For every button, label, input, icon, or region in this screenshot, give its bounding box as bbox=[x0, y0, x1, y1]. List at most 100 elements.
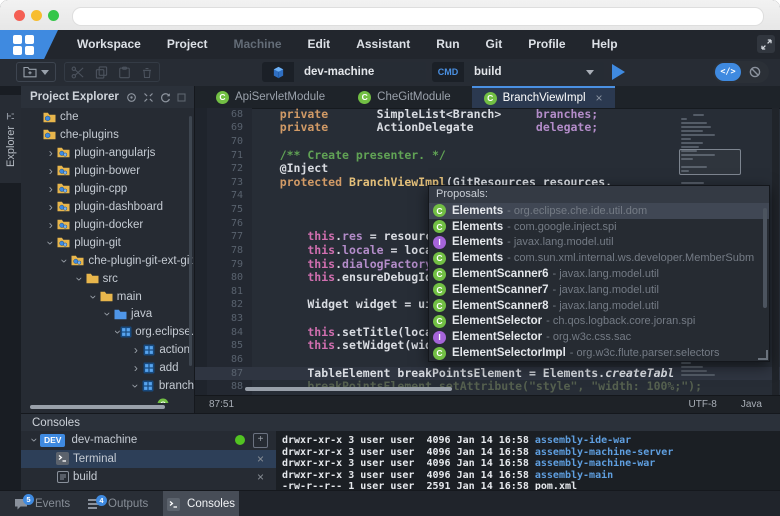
close-process-icon[interactable]: × bbox=[257, 470, 264, 484]
chevron-expanded-icon[interactable]: › bbox=[46, 237, 56, 248]
proposal-ElementSelectorImpl[interactable]: CElementSelectorImpl- org.w3c.flute.pars… bbox=[429, 345, 769, 361]
run-command-button[interactable] bbox=[612, 64, 625, 80]
menu-machine[interactable]: Machine bbox=[221, 30, 295, 59]
machine-selector[interactable]: dev-machine bbox=[262, 62, 426, 82]
bottom-tab-events[interactable]: 5Events bbox=[14, 491, 70, 516]
bottom-tab-outputs[interactable]: 4Outputs bbox=[88, 491, 148, 516]
tree-item-plugin-bower[interactable]: ›plugin-bower bbox=[21, 162, 194, 180]
menu-help[interactable]: Help bbox=[579, 30, 631, 59]
tree-item-plugin-angularjs[interactable]: ›plugin-angularjs bbox=[21, 144, 194, 162]
code-view-toggle-button[interactable]: </> bbox=[715, 63, 741, 81]
chevron-expanded-icon[interactable]: › bbox=[113, 330, 123, 334]
chevron-expanded-icon[interactable]: › bbox=[60, 255, 70, 266]
minimap-viewport[interactable] bbox=[679, 149, 741, 175]
menu-git[interactable]: Git bbox=[473, 30, 516, 59]
proposal-ElementSelector[interactable]: CElementSelector- ch.qos.logback.core.jo… bbox=[429, 314, 769, 330]
chevron-expanded-icon[interactable]: › bbox=[131, 381, 141, 392]
explorer-vertical-tab[interactable]: Explorer bbox=[0, 95, 21, 183]
tree-item-main[interactable]: ›main bbox=[21, 288, 194, 306]
tree-item-label: plugin-docker bbox=[74, 219, 143, 231]
editor-tab-CheGitModule[interactable]: CCheGitModule bbox=[346, 86, 463, 108]
menu-assistant[interactable]: Assistant bbox=[343, 30, 423, 59]
chevron-expanded-icon[interactable]: › bbox=[74, 273, 84, 284]
paste-icon[interactable] bbox=[118, 66, 131, 79]
new-project-button[interactable] bbox=[16, 62, 56, 82]
menu-edit[interactable]: Edit bbox=[295, 30, 344, 59]
window-minimize-button[interactable] bbox=[31, 10, 42, 21]
folder-che-icon bbox=[42, 112, 57, 123]
tree-item-che[interactable]: che bbox=[21, 108, 194, 126]
collapse-all-icon[interactable] bbox=[143, 92, 154, 103]
chevron-collapsed-icon[interactable]: › bbox=[45, 166, 56, 176]
proposal-ElementScanner7[interactable]: CElementScanner7- javax.lang.model.util bbox=[429, 282, 769, 298]
window-close-button[interactable] bbox=[14, 10, 25, 21]
tree-item-add[interactable]: ›add bbox=[21, 359, 194, 377]
tree-horizontal-scrollbar[interactable] bbox=[30, 405, 165, 409]
cut-icon[interactable] bbox=[71, 66, 85, 79]
chevron-expanded-icon[interactable]: › bbox=[88, 291, 98, 302]
tab-close-icon[interactable]: × bbox=[596, 91, 603, 105]
browser-address-bar[interactable] bbox=[72, 7, 764, 26]
language-label[interactable]: Java bbox=[741, 399, 762, 410]
delete-icon[interactable] bbox=[141, 66, 153, 79]
proposal-ElementScanner6[interactable]: CElementScanner6- javax.lang.model.util bbox=[429, 266, 769, 282]
chevron-collapsed-icon[interactable]: › bbox=[45, 148, 56, 158]
terminal-glyph bbox=[167, 498, 180, 511]
proposals-scrollbar[interactable] bbox=[763, 208, 767, 308]
proposal-Elements[interactable]: CElements- org.eclipse.che.ide.util.dom bbox=[429, 203, 769, 219]
close-process-icon[interactable]: × bbox=[257, 452, 264, 466]
tree-vertical-scrollbar[interactable] bbox=[189, 116, 192, 366]
process-Terminal[interactable]: Terminal× bbox=[21, 450, 276, 468]
editor-tab-BranchViewImpl[interactable]: CBranchViewImpl× bbox=[472, 86, 615, 108]
proposal-Elements[interactable]: CElements- com.google.inject.spi bbox=[429, 219, 769, 235]
chevron-expanded-icon[interactable]: › bbox=[30, 435, 40, 446]
preview-off-toggle-button[interactable] bbox=[741, 65, 769, 79]
fullscreen-toggle-button[interactable] bbox=[757, 35, 775, 53]
tree-item-che-plugins[interactable]: che-plugins bbox=[21, 126, 194, 144]
command-selector[interactable]: CMD build bbox=[432, 62, 604, 82]
editor-vertical-scrollbar[interactable] bbox=[772, 108, 779, 396]
editor-horizontal-scrollbar[interactable] bbox=[245, 387, 452, 391]
tree-item-action[interactable]: ›action bbox=[21, 341, 194, 359]
tree-item-plugin-git[interactable]: ›plugin-git bbox=[21, 234, 194, 252]
chevron-collapsed-icon[interactable]: › bbox=[130, 363, 141, 373]
chevron-collapsed-icon[interactable]: › bbox=[45, 220, 56, 230]
tree-item-plugin-docker[interactable]: › plugin-docker bbox=[21, 216, 194, 234]
line-number: 79 bbox=[207, 258, 243, 272]
proposal-Elements[interactable]: CElements- com.sun.xml.internal.ws.devel… bbox=[429, 250, 769, 266]
tree-item-java[interactable]: ›java bbox=[21, 305, 194, 323]
chevron-expanded-icon[interactable]: › bbox=[103, 309, 113, 320]
tree-item-branch[interactable]: ›branch bbox=[21, 377, 194, 395]
bottom-tab-consoles[interactable]: Consoles bbox=[163, 491, 239, 516]
chevron-collapsed-icon[interactable]: › bbox=[130, 345, 141, 355]
process-build[interactable]: build× bbox=[21, 468, 276, 486]
chevron-collapsed-icon[interactable]: › bbox=[45, 184, 56, 194]
tree-item-org.eclipse.che[interactable]: ›org.eclipse.che bbox=[21, 323, 194, 341]
package-icon bbox=[141, 344, 156, 356]
copy-icon[interactable] bbox=[95, 66, 108, 79]
add-terminal-button[interactable]: + bbox=[253, 433, 268, 448]
tree-item-src[interactable]: ›src bbox=[21, 270, 194, 288]
window-zoom-button[interactable] bbox=[48, 10, 59, 21]
tree-item-plugin-dashboard[interactable]: ›plugin-dashboard bbox=[21, 198, 194, 216]
tree-item-partial[interactable]: C bbox=[21, 395, 194, 403]
tree-item-che-plugin-git-ext-git[interactable]: ›che-plugin-git-ext-git bbox=[21, 252, 194, 270]
minimize-panel-icon[interactable] bbox=[177, 93, 186, 102]
slashed-circle-icon bbox=[748, 65, 762, 79]
proposal-Elements[interactable]: IElements- javax.lang.model.util bbox=[429, 235, 769, 251]
encoding-label[interactable]: UTF-8 bbox=[689, 399, 717, 410]
menu-run[interactable]: Run bbox=[423, 30, 472, 59]
menu-profile[interactable]: Profile bbox=[515, 30, 578, 59]
proposal-ElementSelector[interactable]: IElementSelector- org.w3c.css.sac bbox=[429, 329, 769, 345]
console-output[interactable]: drwxr-xr-x 3 user user 4096 Jan 14 16:58… bbox=[276, 431, 780, 490]
menu-workspace[interactable]: Workspace bbox=[64, 30, 154, 59]
locate-target-icon[interactable] bbox=[126, 92, 137, 103]
menu-project[interactable]: Project bbox=[154, 30, 221, 59]
proposals-resize-grip[interactable] bbox=[758, 350, 768, 360]
refresh-icon[interactable] bbox=[160, 92, 171, 103]
proposal-ElementScanner8[interactable]: CElementScanner8- javax.lang.model.util bbox=[429, 298, 769, 314]
tree-item-plugin-cpp[interactable]: ›plugin-cpp bbox=[21, 180, 194, 198]
editor-tab-ApiServletModule[interactable]: CApiServletModule bbox=[204, 86, 337, 108]
chevron-collapsed-icon[interactable]: › bbox=[45, 202, 56, 212]
process-dev-machine[interactable]: ›DEVdev-machine+ bbox=[21, 431, 276, 449]
